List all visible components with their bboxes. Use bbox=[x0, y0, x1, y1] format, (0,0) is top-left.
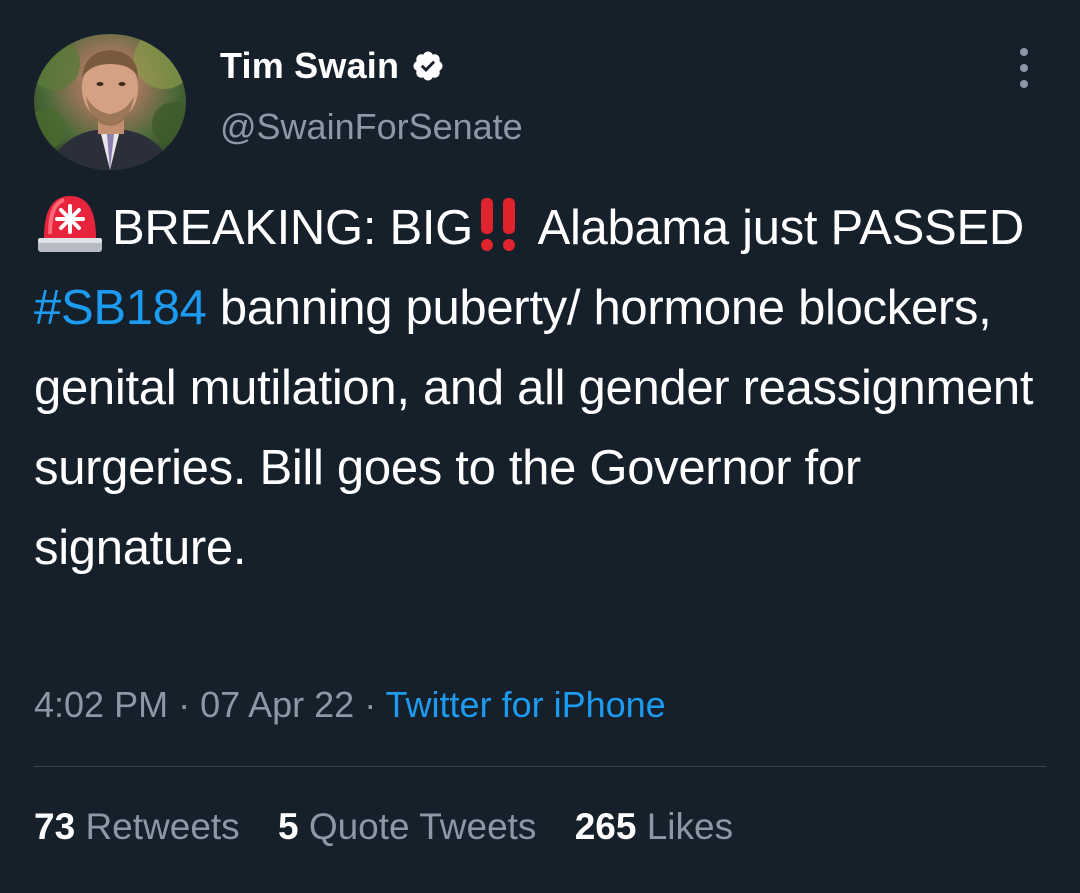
tweet-meta: 4:02 PM · 07 Apr 22 · Twitter for iPhone bbox=[34, 684, 666, 726]
tweet-text: BREAKING: BIG Alabama just PASSED #SB184… bbox=[34, 188, 1054, 588]
tweet-text-part-2: Alabama just PASSED bbox=[526, 201, 1025, 255]
double-exclamation-icon bbox=[475, 192, 521, 254]
quote-tweets-count: 5 bbox=[277, 806, 299, 847]
rotating-light-icon bbox=[34, 190, 106, 256]
tweet-header: Tim Swain @SwainForSenate bbox=[34, 34, 1046, 174]
author-name-row[interactable]: Tim Swain bbox=[220, 44, 445, 88]
tweet-time[interactable]: 4:02 PM bbox=[34, 684, 168, 725]
likes-count: 265 bbox=[574, 806, 637, 847]
likes-stat[interactable]: 265 Likes bbox=[575, 806, 733, 848]
tweet-stats: 73 Retweets 5 Quote Tweets 265 Likes bbox=[34, 806, 761, 848]
quote-tweets-stat[interactable]: 5 Quote Tweets bbox=[278, 806, 536, 848]
divider bbox=[34, 766, 1046, 767]
tweet-text-part-1: BREAKING: BIG bbox=[112, 201, 473, 255]
hashtag-link[interactable]: #SB184 bbox=[34, 281, 207, 335]
retweets-stat[interactable]: 73 Retweets bbox=[34, 806, 240, 848]
author-display-name[interactable]: Tim Swain bbox=[220, 45, 399, 87]
likes-label: Likes bbox=[646, 806, 734, 847]
author-handle[interactable]: @SwainForSenate bbox=[220, 106, 523, 148]
tweet-date[interactable]: 07 Apr 22 bbox=[200, 684, 354, 725]
meta-separator: · bbox=[354, 684, 386, 725]
tweet-source-link[interactable]: Twitter for iPhone bbox=[386, 684, 666, 725]
meta-separator: · bbox=[168, 684, 201, 725]
verified-badge-icon bbox=[411, 49, 445, 83]
quote-tweets-label: Quote Tweets bbox=[308, 806, 537, 847]
retweets-count: 73 bbox=[34, 806, 76, 847]
retweets-label: Retweets bbox=[85, 806, 240, 847]
avatar[interactable] bbox=[34, 34, 186, 170]
more-options-icon[interactable] bbox=[1012, 48, 1036, 88]
